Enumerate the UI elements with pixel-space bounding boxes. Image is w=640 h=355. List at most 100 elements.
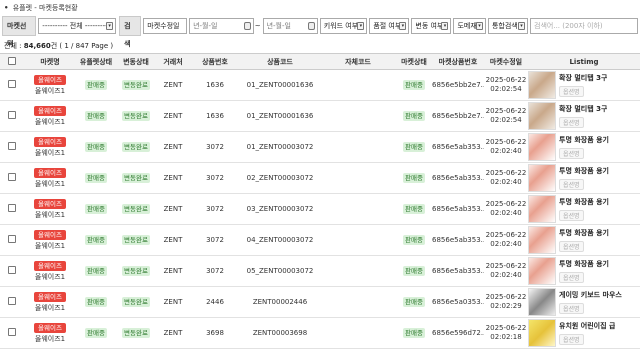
table-row[interactable]: 올웨이즈 올웨이즈1 판매중 변동완료 ZENT 3072 01_ZENT00003072 판… xyxy=(0,131,640,163)
vendor-cell: ZENT xyxy=(156,317,190,349)
market-name: 올웨이즈1 xyxy=(34,303,66,312)
option-label: 옵션명 xyxy=(559,148,584,159)
table-row[interactable]: 올웨이즈 올웨이즈1 판매중 변동완료 ZENT 3072 02_ZENT00003072 판… xyxy=(0,162,640,194)
uplet-status-badge: 판매중 xyxy=(85,111,107,121)
row-checkbox-cell[interactable] xyxy=(0,255,24,287)
market-name: 올웨이즈1 xyxy=(34,179,66,188)
table-row[interactable]: 올웨이즈 올웨이즈1 판매중 변동완료 ZENT 1636 01_ZENT00001636 판… xyxy=(0,69,640,101)
market-product-number-cell[interactable]: 6856e5a0353... xyxy=(432,286,484,318)
listing-item[interactable]: 게이밍 키보드 마우스 옵션명 xyxy=(528,288,640,316)
market-product-number-cell[interactable]: 6856e5ab353... xyxy=(432,224,484,256)
date-type-select[interactable]: 마켓수정일 xyxy=(143,18,188,34)
table-row[interactable]: 올웨이즈 올웨이즈1 판매중 변동완료 ZENT 3072 04_ZENT00003072 판… xyxy=(0,224,640,256)
table-header-row: 마켓명 유플렛상태 변동상태 거래처 상품번호 상품코드 자체코드 마켓상태 마켓상품번호 마켓수… xyxy=(0,53,640,70)
uplet-status-badge: 판매중 xyxy=(85,328,107,338)
market-modified-date-cell: 2025-06-22 02:02:29 xyxy=(484,286,528,318)
chevron-down-icon: ▾ xyxy=(475,22,483,30)
product-thumbnail xyxy=(528,288,556,316)
listing-item[interactable]: 투명 화장품 용기 옵션명 xyxy=(528,195,640,223)
row-checkbox[interactable] xyxy=(8,266,16,274)
date-from-placeholder: 년-월-일 xyxy=(193,22,218,30)
listing-option: 옵션명 xyxy=(559,303,622,314)
table-row[interactable]: 올웨이즈 올웨이즈1 판매중 변동완료 ZENT 3698 ZENT00003698 판매중 6… xyxy=(0,317,640,349)
listing-cell[interactable]: 투명 화장품 용기 옵션명 xyxy=(528,162,640,194)
row-checkbox-cell[interactable] xyxy=(0,286,24,318)
listing-title: 확장 멀티탭 3구 xyxy=(559,74,608,82)
row-checkbox[interactable] xyxy=(8,328,16,336)
listing-cell[interactable]: 투명 화장품 용기옵션명 xyxy=(528,131,640,163)
select-all-checkbox-cell[interactable] xyxy=(0,53,24,70)
listing-cell[interactable]: 투명 화장품 용기 옵션명 xyxy=(528,255,640,287)
domain-select-value: 도메재 xyxy=(457,22,477,30)
row-checkbox[interactable] xyxy=(8,142,16,150)
listing-item[interactable]: 투명 화장품 용기옵션명 xyxy=(528,133,640,161)
listing-item[interactable]: 확장 멀티탭 3구 옵션명 xyxy=(528,102,640,130)
keyword-select[interactable]: 키워드 여부 ▾ xyxy=(319,18,368,34)
row-checkbox[interactable] xyxy=(8,235,16,243)
change-status-cell: 변동완료 xyxy=(116,69,156,101)
row-checkbox[interactable] xyxy=(8,204,16,212)
row-checkbox-cell[interactable] xyxy=(0,224,24,256)
change-status-badge: 변동완료 xyxy=(122,111,150,121)
own-code-cell xyxy=(320,100,396,132)
listing-option: 옵션명 xyxy=(559,272,609,283)
listing-cell[interactable]: 확장 멀티탭 3구 옵션명 xyxy=(528,100,640,132)
row-checkbox-cell[interactable] xyxy=(0,193,24,225)
calendar-icon[interactable] xyxy=(307,22,315,30)
market-badge: 올웨이즈 xyxy=(34,167,66,178)
row-checkbox-cell[interactable] xyxy=(0,69,24,101)
listing-item[interactable]: 투명 화장품 용기 옵션명 xyxy=(528,164,640,192)
column-header: 상품번호 xyxy=(190,53,240,70)
market-modified-date-cell: 2025-06-22 02:02:40 xyxy=(484,162,528,194)
table-row[interactable]: 올웨이즈 올웨이즈1 판매중 변동완료 ZENT 1636 01_ZENT00001636 판… xyxy=(0,100,640,132)
domain-select[interactable]: 도메재 ▾ xyxy=(453,18,486,34)
search-input[interactable]: 검색어... (200자 이하) xyxy=(530,18,638,34)
listing-cell[interactable]: 확장 멀티탭 3구 옵션명 xyxy=(528,69,640,101)
row-checkbox[interactable] xyxy=(8,111,16,119)
listing-title: 투명 화장품 용기 xyxy=(559,167,609,175)
market-product-number-cell[interactable]: 6856e5bb2e7... xyxy=(432,69,484,101)
market-product-number-cell[interactable]: 6856e5ab353... xyxy=(432,162,484,194)
market-status-cell: 판매중 xyxy=(396,286,432,318)
row-checkbox[interactable] xyxy=(8,297,16,305)
change-select[interactable]: 변동 여부 ▾ xyxy=(411,18,452,34)
date-from-input[interactable]: 년-월-일 xyxy=(189,18,254,34)
market-cell: 올웨이즈 올웨이즈1 xyxy=(24,317,76,349)
change-status-badge: 변동완료 xyxy=(122,266,150,276)
row-checkbox[interactable] xyxy=(8,80,16,88)
listing-cell[interactable]: 투명 화장품 용기 옵션명 xyxy=(528,193,640,225)
listing-title: 투명 화장품 용기 xyxy=(559,136,609,144)
calendar-icon[interactable] xyxy=(243,22,251,30)
listing-cell[interactable]: 투명 화장품 용기 옵션명 xyxy=(528,224,640,256)
select-all-checkbox[interactable] xyxy=(8,56,16,65)
listing-item[interactable]: 확장 멀티탭 3구 옵션명 xyxy=(528,71,640,99)
uplet-status-cell: 판매중 xyxy=(76,162,116,194)
market-product-number-cell[interactable]: 6856e596d72... xyxy=(432,317,484,349)
row-checkbox-cell[interactable] xyxy=(0,100,24,132)
listing-item[interactable]: 투명 화장품 용기 옵션명 xyxy=(528,257,640,285)
row-checkbox-cell[interactable] xyxy=(0,131,24,163)
listing-item[interactable]: 투명 화장품 용기 옵션명 xyxy=(528,226,640,254)
listing-cell[interactable]: 게이밍 키보드 마우스 옵션명 xyxy=(528,286,640,318)
market-select[interactable]: ---------- 전체 ---------- ▾ xyxy=(38,18,117,34)
change-status-badge: 변동완료 xyxy=(122,204,150,214)
market-status-badge: 판매중 xyxy=(403,235,425,245)
market-product-number-cell[interactable]: 6856e5ab353... xyxy=(432,131,484,163)
row-checkbox-cell[interactable] xyxy=(0,162,24,194)
table-row[interactable]: 올웨이즈 올웨이즈1 판매중 변동완료 ZENT 3072 03_ZENT00003072 판… xyxy=(0,193,640,225)
market-product-number-cell[interactable]: 6856e5ab353... xyxy=(432,193,484,225)
listing-item[interactable]: 유치원 어린이집 급 옵션명 xyxy=(528,319,640,347)
row-checkbox-cell[interactable] xyxy=(0,317,24,349)
soldout-select[interactable]: 품절 여부 ▾ xyxy=(369,18,410,34)
product-code-cell: ZENT00003698 xyxy=(240,317,320,349)
table-row[interactable]: 올웨이즈 올웨이즈1 판매중 변동완료 ZENT 3072 05_ZENT00003072 판… xyxy=(0,255,640,287)
date-to-input[interactable]: 년-월-일 xyxy=(262,18,318,34)
listing-cell[interactable]: 유치원 어린이집 급 옵션명 xyxy=(528,317,640,349)
market-status-badge: 판매중 xyxy=(403,204,425,214)
market-product-number-cell[interactable]: 6856e5bb2e7... xyxy=(432,100,484,132)
date-to-placeholder: 년-월-일 xyxy=(266,22,291,30)
integrated-search-select[interactable]: 통합검색 ▾ xyxy=(487,18,529,34)
market-product-number-cell[interactable]: 6856e5ab353... xyxy=(432,255,484,287)
table-row[interactable]: 올웨이즈 올웨이즈1 판매중 변동완료 ZENT 2446 ZENT00002446 판매중 6… xyxy=(0,286,640,318)
row-checkbox[interactable] xyxy=(8,173,16,181)
